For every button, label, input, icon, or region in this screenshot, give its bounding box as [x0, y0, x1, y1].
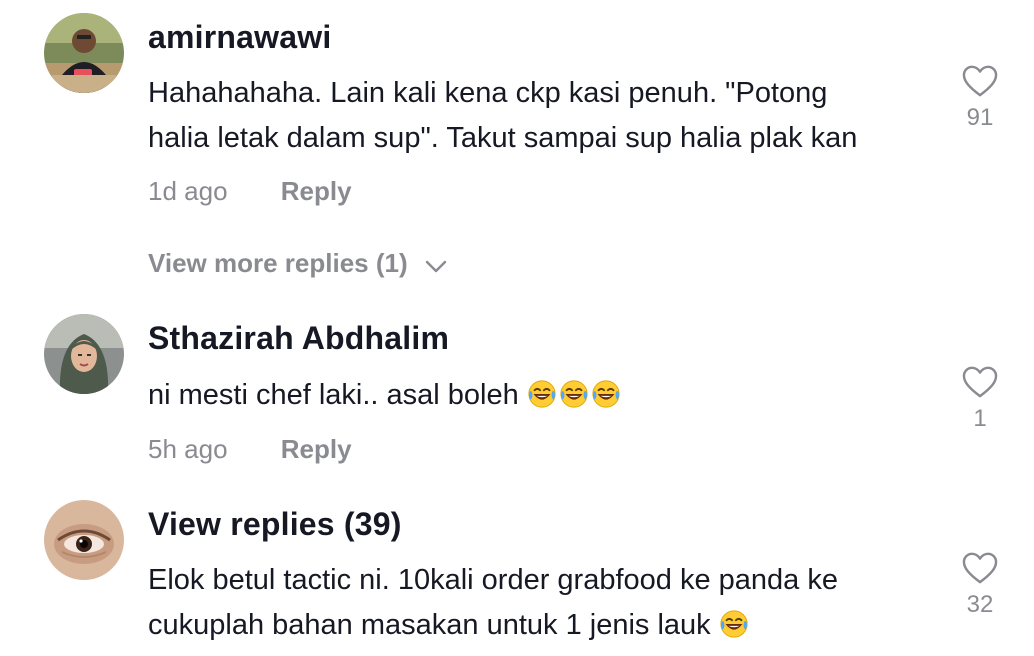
comment-text: Elok betul tactic ni. 10kali order grabf…: [148, 558, 948, 648]
comment-text-line: Hahahahaha. Lain kali kena ckp kasi penu…: [148, 77, 828, 109]
comment-text-line: Elok betul tactic ni. 10kali order grabf…: [148, 564, 838, 596]
like-button[interactable]: 91: [950, 64, 1010, 132]
heart-outline-icon: [950, 551, 1010, 585]
chevron-down-icon: [425, 250, 447, 281]
comment-text: Hahahahaha. Lain kali kena ckp kasi penu…: [148, 71, 948, 161]
tears-of-joy-emoji: [719, 609, 749, 639]
comment-text-line: cukuplah bahan masakan untuk 1 jenis lau…: [148, 609, 719, 641]
like-button[interactable]: 1: [950, 365, 1010, 433]
like-count: 1: [973, 405, 987, 432]
tears-of-joy-emoji: [559, 379, 589, 409]
like-count: 91: [966, 104, 994, 131]
reply-button[interactable]: Reply: [281, 434, 352, 464]
comment-username[interactable]: Sthazirah Abdhalim: [148, 320, 449, 357]
avatar[interactable]: [44, 13, 124, 93]
comment-text-line: halia letak dalam sup". Takut sampai sup…: [148, 122, 858, 154]
avatar[interactable]: [44, 314, 124, 394]
tears-of-joy-emoji: [591, 379, 621, 409]
view-more-replies-button[interactable]: View more replies (1): [148, 248, 447, 281]
view-more-replies-label: View more replies (1): [148, 248, 408, 278]
comment-text-line: ni mesti chef laki.. asal boleh: [148, 379, 527, 411]
comment-timestamp: 1d ago: [148, 176, 228, 206]
like-count: 32: [966, 591, 994, 618]
comment-meta: 5h ago Reply: [148, 434, 352, 465]
heart-outline-icon: [950, 64, 1010, 98]
avatar[interactable]: [44, 500, 124, 580]
tears-of-joy-emoji: [527, 379, 557, 409]
comment-text: ni mesti chef laki.. asal boleh: [148, 373, 948, 418]
comment-meta: 1d ago Reply: [148, 176, 352, 207]
comment-timestamp: 5h ago: [148, 434, 228, 464]
heart-outline-icon: [950, 365, 1010, 399]
comment-username[interactable]: View replies (39): [148, 506, 402, 543]
reply-button[interactable]: Reply: [281, 176, 352, 206]
like-button[interactable]: 32: [950, 551, 1010, 619]
comment-username[interactable]: amirnawawi: [148, 19, 331, 56]
